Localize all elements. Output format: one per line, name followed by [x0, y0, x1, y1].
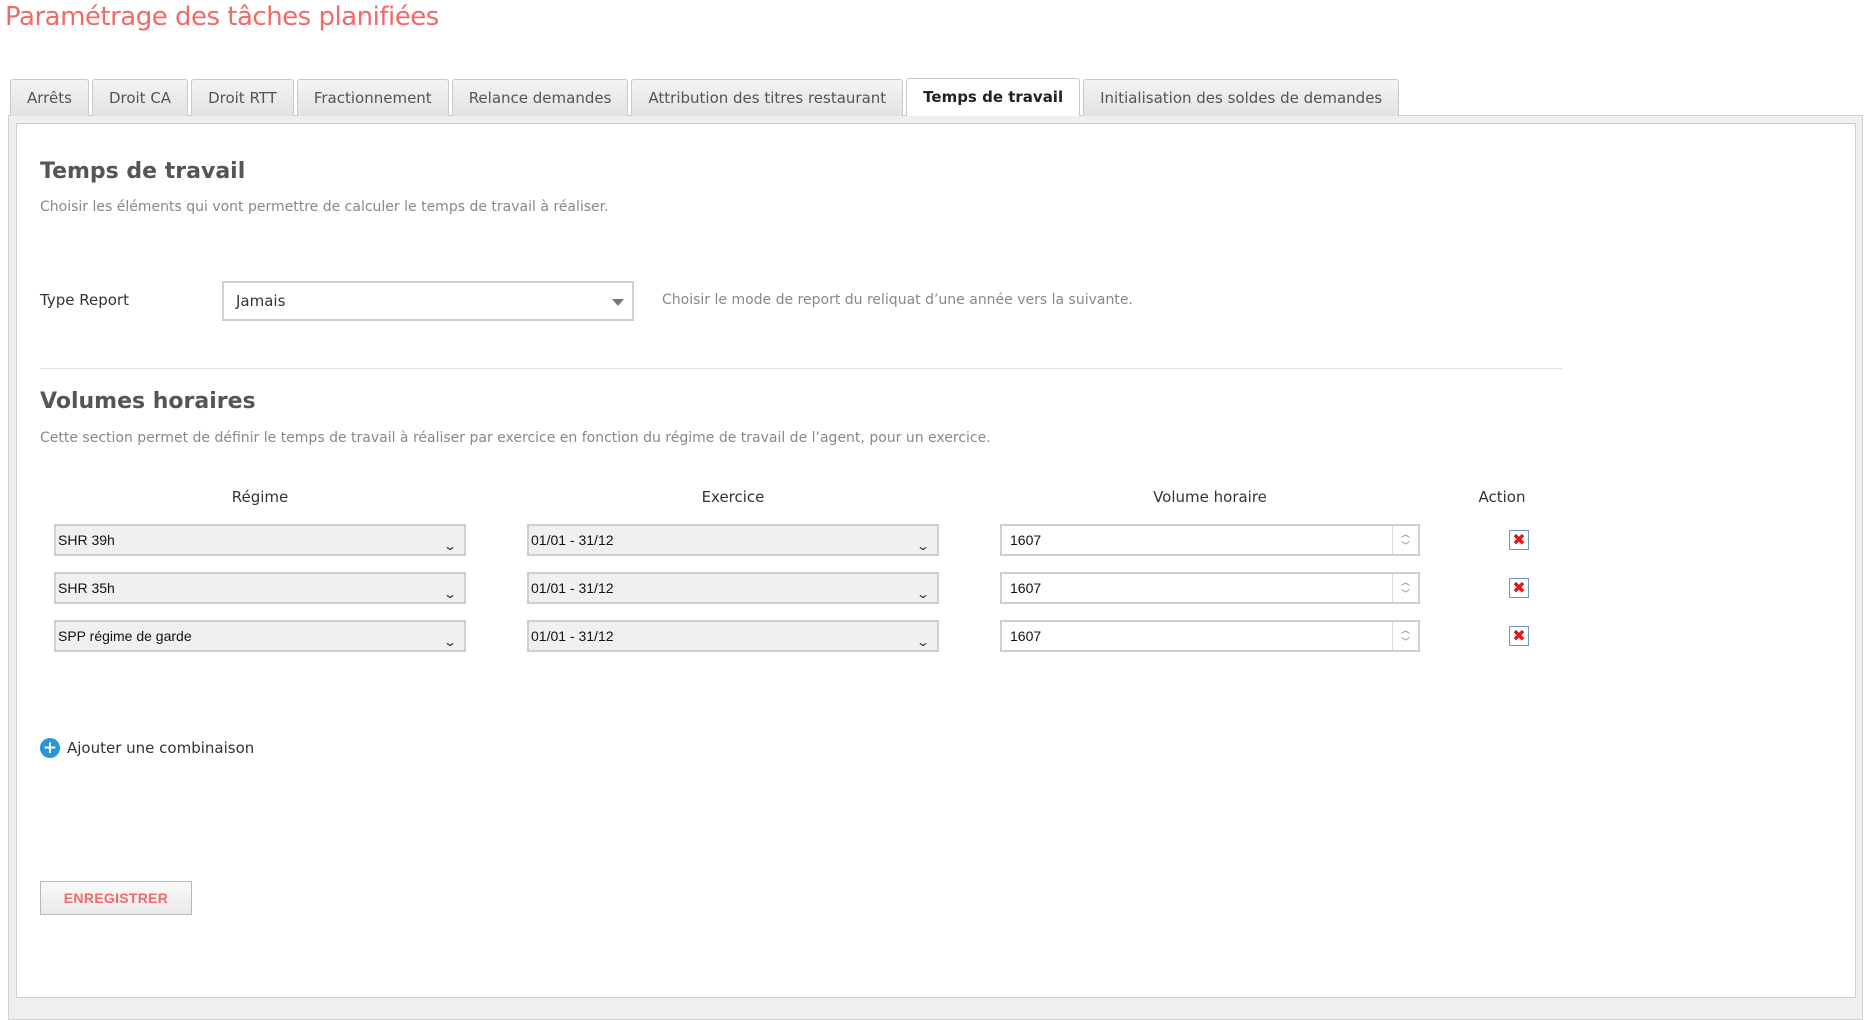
tab-temps-de-travail[interactable]: Temps de travail [906, 78, 1081, 116]
tab-fractionnement[interactable]: Fractionnement [296, 79, 449, 116]
tab-droit-ca[interactable]: Droit CA [91, 79, 189, 116]
column-header-exercice: Exercice [701, 488, 765, 506]
section-description-temps-travail: Choisir les éléments qui vont permettre … [40, 199, 609, 215]
regime-value: SPP régime de garde [58, 628, 192, 644]
column-header-action: Action [1478, 488, 1526, 506]
spinner-arrows-icon[interactable]: ︿ ﹀ [1392, 622, 1418, 650]
column-header-volume: Volume horaire [1153, 488, 1267, 506]
spinner-arrows-icon[interactable]: ︿ ﹀ [1392, 574, 1418, 602]
plus-circle-icon: + [40, 738, 60, 758]
chevron-down-icon: ⌄ [915, 587, 931, 601]
tab-initialisation-soldes[interactable]: Initialisation des soldes de demandes [1083, 79, 1400, 116]
volume-input[interactable]: 1607 ︿ ﹀ [1000, 524, 1420, 556]
regime-select[interactable]: SPP régime de garde ⌄ [54, 620, 466, 652]
exercice-value: 01/01 - 31/12 [531, 580, 614, 596]
tab-relance-demandes[interactable]: Relance demandes [451, 79, 629, 116]
volume-value: 1607 [1010, 628, 1042, 644]
save-button[interactable]: ENREGISTRER [40, 881, 192, 915]
exercice-value: 01/01 - 31/12 [531, 532, 614, 548]
regime-value: SHR 39h [58, 532, 115, 548]
chevron-down-icon: ⌄ [442, 635, 458, 649]
chevron-down-icon: ⌄ [915, 539, 931, 553]
delete-row-button[interactable]: ✖ [1509, 530, 1529, 550]
volume-input[interactable]: 1607 ︿ ﹀ [1000, 572, 1420, 604]
page-title: Paramétrage des tâches planifiées [5, 2, 439, 32]
caret-down-icon [612, 299, 624, 306]
section-title-volumes: Volumes horaires [40, 389, 256, 414]
section-title-temps-travail: Temps de travail [40, 159, 246, 184]
chevron-down-icon: ⌄ [915, 635, 931, 649]
delete-icon: ✖ [1512, 530, 1526, 549]
volume-input[interactable]: 1607 ︿ ﹀ [1000, 620, 1420, 652]
tab-droit-rtt[interactable]: Droit RTT [191, 79, 294, 116]
spinner-arrows-icon[interactable]: ︿ ﹀ [1392, 526, 1418, 554]
section-description-volumes: Cette section permet de définir le temps… [40, 430, 991, 446]
delete-row-button[interactable]: ✖ [1509, 578, 1529, 598]
delete-row-button[interactable]: ✖ [1509, 626, 1529, 646]
add-combination-label: Ajouter une combinaison [67, 739, 255, 757]
tab-panel-frame: Temps de travail Choisir les éléments qu… [8, 115, 1863, 1020]
tab-arrets[interactable]: Arrêts [10, 79, 89, 116]
exercice-select[interactable]: 01/01 - 31/12 ⌄ [527, 524, 939, 556]
type-report-value: Jamais [236, 292, 286, 310]
type-report-select[interactable]: Jamais [222, 281, 634, 321]
exercice-select[interactable]: 01/01 - 31/12 ⌄ [527, 620, 939, 652]
regime-select[interactable]: SHR 39h ⌄ [54, 524, 466, 556]
column-header-regime: Régime [231, 488, 289, 506]
add-combination-link[interactable]: + Ajouter une combinaison [40, 738, 254, 758]
regime-select[interactable]: SHR 35h ⌄ [54, 572, 466, 604]
tab-panel: Temps de travail Choisir les éléments qu… [16, 123, 1856, 998]
regime-value: SHR 35h [58, 580, 115, 596]
delete-icon: ✖ [1512, 578, 1526, 597]
delete-icon: ✖ [1512, 626, 1526, 645]
type-report-help: Choisir le mode de report du reliquat d’… [662, 292, 1133, 308]
chevron-down-icon: ⌄ [442, 539, 458, 553]
exercice-select[interactable]: 01/01 - 31/12 ⌄ [527, 572, 939, 604]
section-divider [40, 368, 1562, 369]
volume-value: 1607 [1010, 580, 1042, 596]
tab-bar: Arrêts Droit CA Droit RTT Fractionnement… [10, 78, 1400, 116]
exercice-value: 01/01 - 31/12 [531, 628, 614, 644]
chevron-down-icon: ⌄ [442, 587, 458, 601]
volume-value: 1607 [1010, 532, 1042, 548]
tab-attribution-titres-restaurant[interactable]: Attribution des titres restaurant [631, 79, 904, 116]
type-report-label: Type Report [40, 291, 129, 309]
